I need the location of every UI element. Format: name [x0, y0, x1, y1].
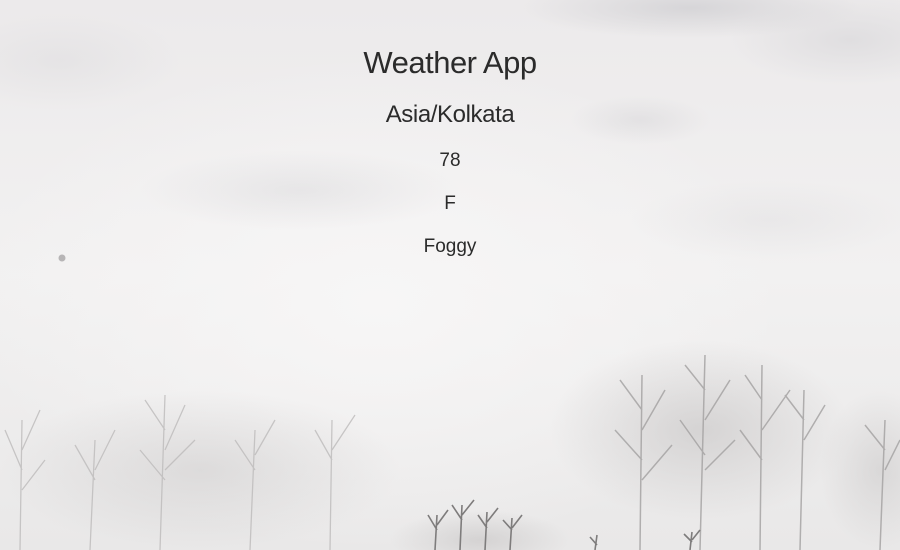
temperature-unit: F	[444, 193, 456, 214]
location-timezone: Asia/Kolkata	[385, 101, 515, 128]
app-title: Weather App	[363, 45, 537, 80]
weather-summary: Foggy	[423, 236, 477, 257]
temperature-value: 78	[439, 150, 461, 171]
weather-panel: Weather App Asia/Kolkata 78 F Foggy	[0, 0, 900, 550]
